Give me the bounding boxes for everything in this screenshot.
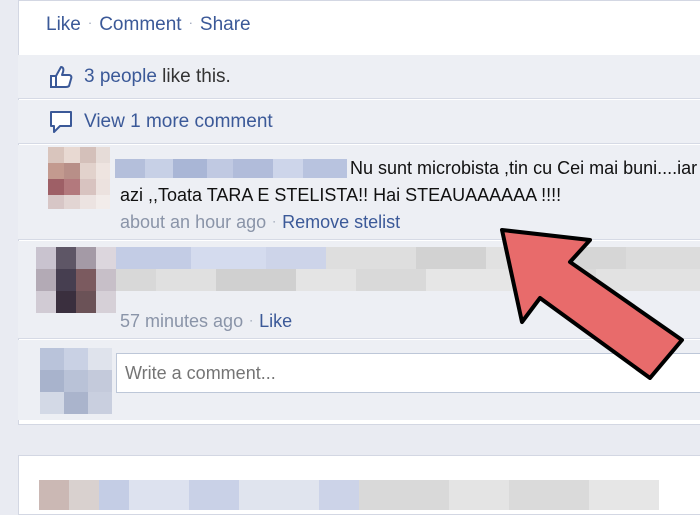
comment-meta: 57 minutes ago · Like: [120, 311, 292, 332]
avatar[interactable]: [48, 147, 110, 209]
meta-separator: ·: [272, 214, 277, 228]
remove-link[interactable]: Remove stelist: [282, 212, 400, 232]
avatar[interactable]: [36, 247, 116, 313]
view-more-comments-link[interactable]: View 1 more comment: [84, 111, 273, 133]
comment-like-link[interactable]: Like: [259, 311, 292, 331]
avatar: [40, 348, 112, 414]
likes-suffix: like this.: [156, 66, 231, 87]
likes-row: 3 people like this.: [18, 55, 700, 99]
next-post-card: [18, 455, 700, 515]
view-more-row: View 1 more comment: [18, 100, 700, 144]
action-separator: ·: [87, 15, 93, 30]
thumbs-up-icon: [48, 64, 74, 90]
share-link[interactable]: Share: [200, 14, 251, 35]
like-link[interactable]: Like: [46, 14, 81, 35]
speech-bubble-icon: [48, 109, 74, 135]
meta-separator: ·: [249, 313, 254, 327]
action-separator: ·: [188, 15, 193, 30]
comment-link[interactable]: Comment: [99, 14, 181, 35]
likers-link[interactable]: 3 people: [84, 66, 157, 88]
comment-timestamp[interactable]: 57 minutes ago: [120, 311, 243, 331]
next-post-header-blurred: [39, 480, 659, 510]
comment-meta: about an hour ago · Remove stelist: [120, 212, 400, 233]
comment-timestamp[interactable]: about an hour ago: [120, 212, 266, 232]
post-actions: Like · Comment · Share: [46, 14, 251, 36]
red-arrow-annotation: [500, 228, 684, 380]
